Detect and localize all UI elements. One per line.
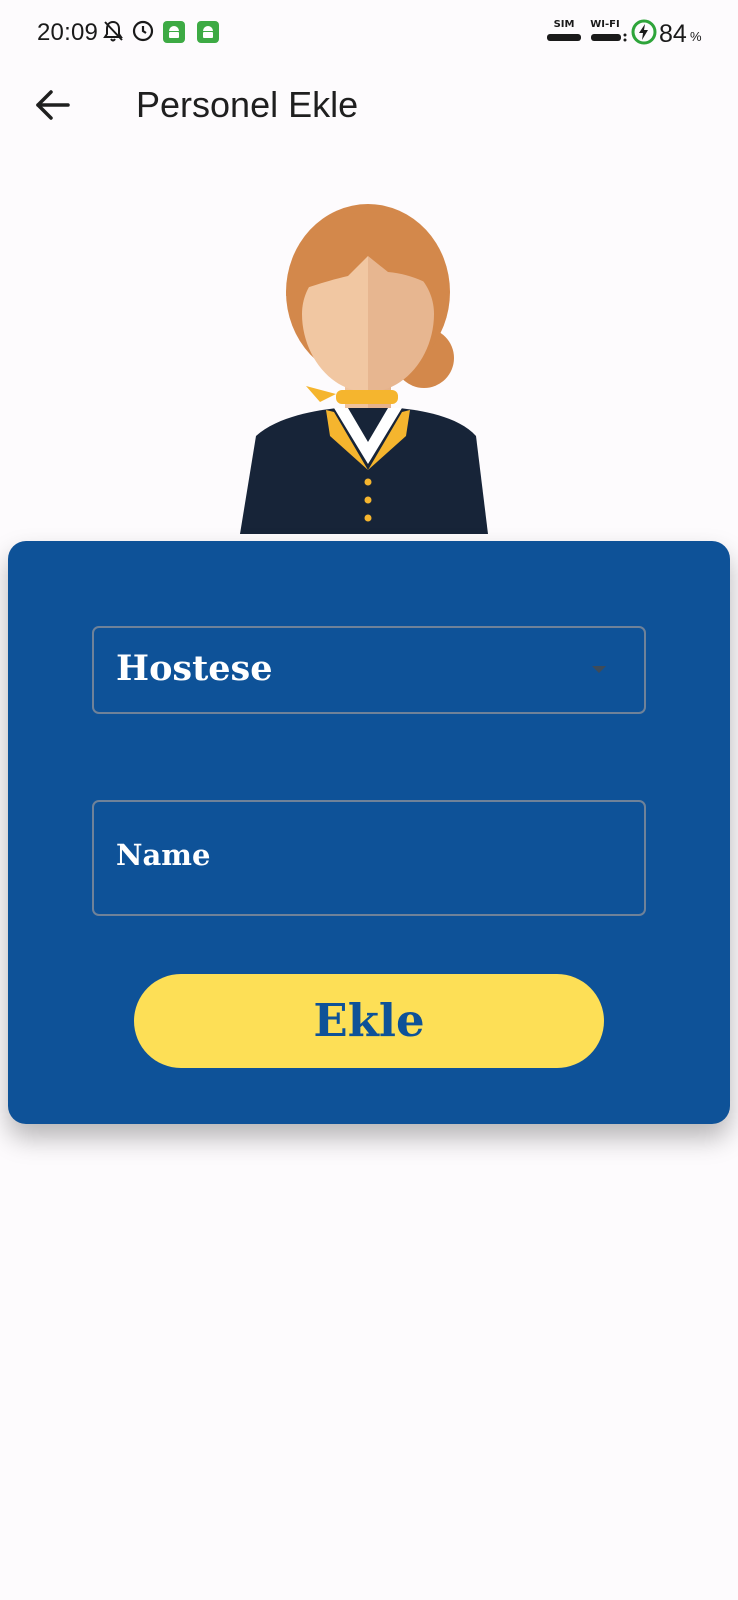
sim-signal-icon: SIM: [547, 19, 581, 41]
dropdown-arrow-icon: [592, 666, 606, 673]
status-time: 20:09: [37, 19, 99, 46]
add-button[interactable]: Ekle: [134, 974, 604, 1068]
name-input[interactable]: Name: [92, 800, 646, 916]
name-input-label: Name: [116, 838, 211, 872]
page-title: Personel Ekle: [136, 84, 359, 125]
alarm-icon: [132, 20, 154, 42]
role-dropdown[interactable]: Hostese: [92, 626, 646, 714]
role-dropdown-value: Hostese: [116, 648, 273, 689]
battery-percent-sign: %: [690, 29, 702, 44]
hostess-illustration: [240, 204, 488, 534]
form-card: Hostese Name Ekle: [8, 541, 730, 1124]
app-bar: Personel Ekle: [0, 66, 738, 146]
battery-percent: 84: [659, 20, 687, 48]
bell-off-icon: [103, 20, 123, 42]
back-button[interactable]: [30, 82, 76, 128]
status-bar: 20:09 SIM WI-FI 84 %: [0, 0, 738, 66]
sim-label: SIM: [554, 19, 575, 30]
wifi-label: WI-FI: [590, 19, 619, 30]
arrow-left-icon: [36, 90, 70, 120]
battery-charging-icon: [631, 19, 657, 45]
wifi-signal-icon: WI-FI: [590, 19, 627, 42]
android-app-icon: [197, 21, 219, 43]
android-app-icon: [163, 21, 185, 43]
